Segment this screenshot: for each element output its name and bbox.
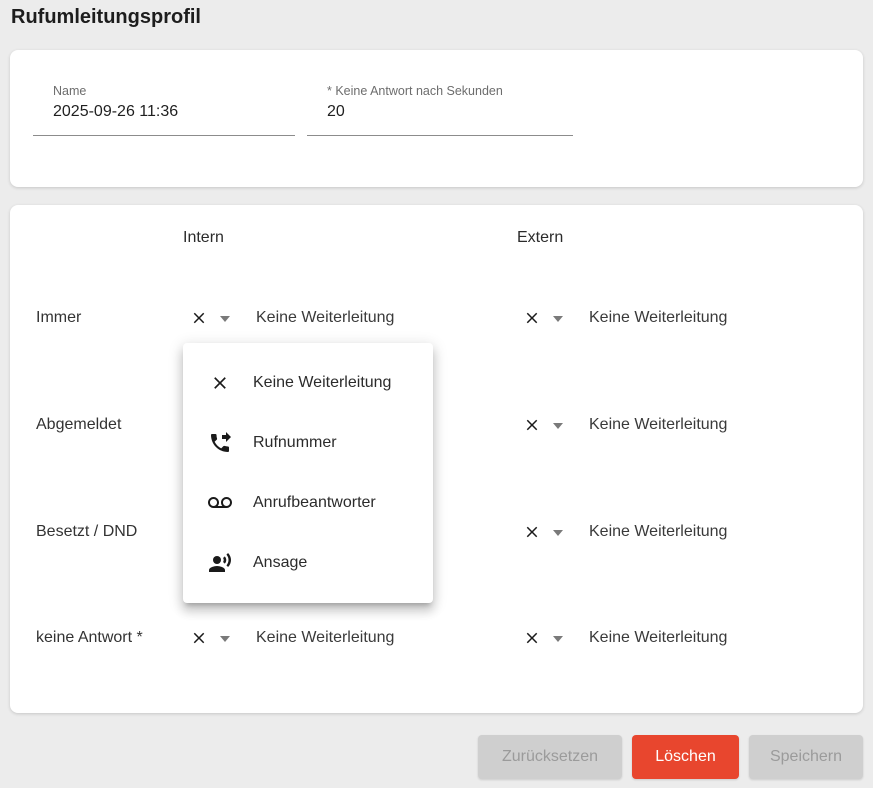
no-answer-seconds-field-wrapper: * Keine Antwort nach Sekunden <box>307 84 573 136</box>
column-header-intern: Intern <box>183 229 224 247</box>
chevron-down-icon <box>552 315 564 323</box>
profile-card: Name * Keine Antwort nach Sekunden <box>10 50 863 187</box>
table-row-besetzt-dnd: Besetzt / DND Keine Weiterleitung Keine … <box>10 521 863 545</box>
column-header-extern: Extern <box>517 229 563 247</box>
table-row-abgemeldet: Abgemeldet Keine Weiterleitung Keine Wei… <box>10 414 863 438</box>
extern-forwarding-value: Keine Weiterleitung <box>589 629 727 647</box>
close-icon <box>523 523 541 541</box>
table-row-keine-antwort: keine Antwort * Keine Weiterleitung Kein… <box>10 627 863 651</box>
row-label: Besetzt / DND <box>36 523 137 541</box>
page-title: Rufumleitungsprofil <box>11 6 201 29</box>
menu-item-label: Rufnummer <box>253 434 337 452</box>
extern-forwarding-value: Keine Weiterleitung <box>589 309 727 327</box>
extern-forwarding-select[interactable] <box>523 414 581 438</box>
chevron-down-icon <box>219 635 231 643</box>
close-icon <box>190 309 208 327</box>
close-icon <box>523 309 541 327</box>
save-button[interactable]: Speichern <box>749 735 863 779</box>
row-label: keine Antwort * <box>36 629 143 647</box>
action-bar: Zurücksetzen Löschen Speichern <box>478 735 863 779</box>
forwarding-table-card: Intern Extern Immer Keine Weiterleitung … <box>10 205 863 713</box>
intern-forwarding-value: Keine Weiterleitung <box>256 309 394 327</box>
menu-item-label: Ansage <box>253 554 307 572</box>
close-icon <box>523 629 541 647</box>
menu-item-rufnummer[interactable]: Rufnummer <box>183 413 433 473</box>
delete-button[interactable]: Löschen <box>632 735 739 779</box>
intern-forwarding-select[interactable] <box>190 627 248 651</box>
extern-forwarding-value: Keine Weiterleitung <box>589 523 727 541</box>
extern-forwarding-value: Keine Weiterleitung <box>589 416 727 434</box>
name-field-wrapper: Name <box>33 84 295 136</box>
close-icon <box>208 371 232 395</box>
name-input[interactable] <box>33 103 295 121</box>
extern-forwarding-select[interactable] <box>523 627 581 651</box>
phone-forwarded-icon <box>208 431 232 455</box>
reset-button[interactable]: Zurücksetzen <box>478 735 622 779</box>
chevron-down-icon <box>552 635 564 643</box>
close-icon <box>523 416 541 434</box>
menu-item-ansage[interactable]: Ansage <box>183 533 433 593</box>
row-label: Immer <box>36 309 81 327</box>
forwarding-options-menu: Keine Weiterleitung Rufnummer Anrufbeant… <box>183 343 433 603</box>
no-answer-seconds-label: * Keine Antwort nach Sekunden <box>307 84 573 98</box>
voicemail-icon <box>208 491 232 515</box>
extern-forwarding-select[interactable] <box>523 307 581 331</box>
menu-item-keine-weiterleitung[interactable]: Keine Weiterleitung <box>183 353 433 413</box>
close-icon <box>190 629 208 647</box>
row-label: Abgemeldet <box>36 416 121 434</box>
name-field-label: Name <box>33 84 295 98</box>
intern-forwarding-select[interactable] <box>190 307 248 331</box>
extern-forwarding-select[interactable] <box>523 521 581 545</box>
menu-item-label: Anrufbeantworter <box>253 494 376 512</box>
record-voice-over-icon <box>208 551 232 575</box>
no-answer-seconds-input[interactable] <box>307 103 573 121</box>
intern-forwarding-value: Keine Weiterleitung <box>256 629 394 647</box>
table-row-immer: Immer Keine Weiterleitung Keine Weiterle… <box>10 307 863 331</box>
chevron-down-icon <box>552 422 564 430</box>
chevron-down-icon <box>219 315 231 323</box>
chevron-down-icon <box>552 529 564 537</box>
menu-item-label: Keine Weiterleitung <box>253 374 391 392</box>
menu-item-anrufbeantworter[interactable]: Anrufbeantworter <box>183 473 433 533</box>
